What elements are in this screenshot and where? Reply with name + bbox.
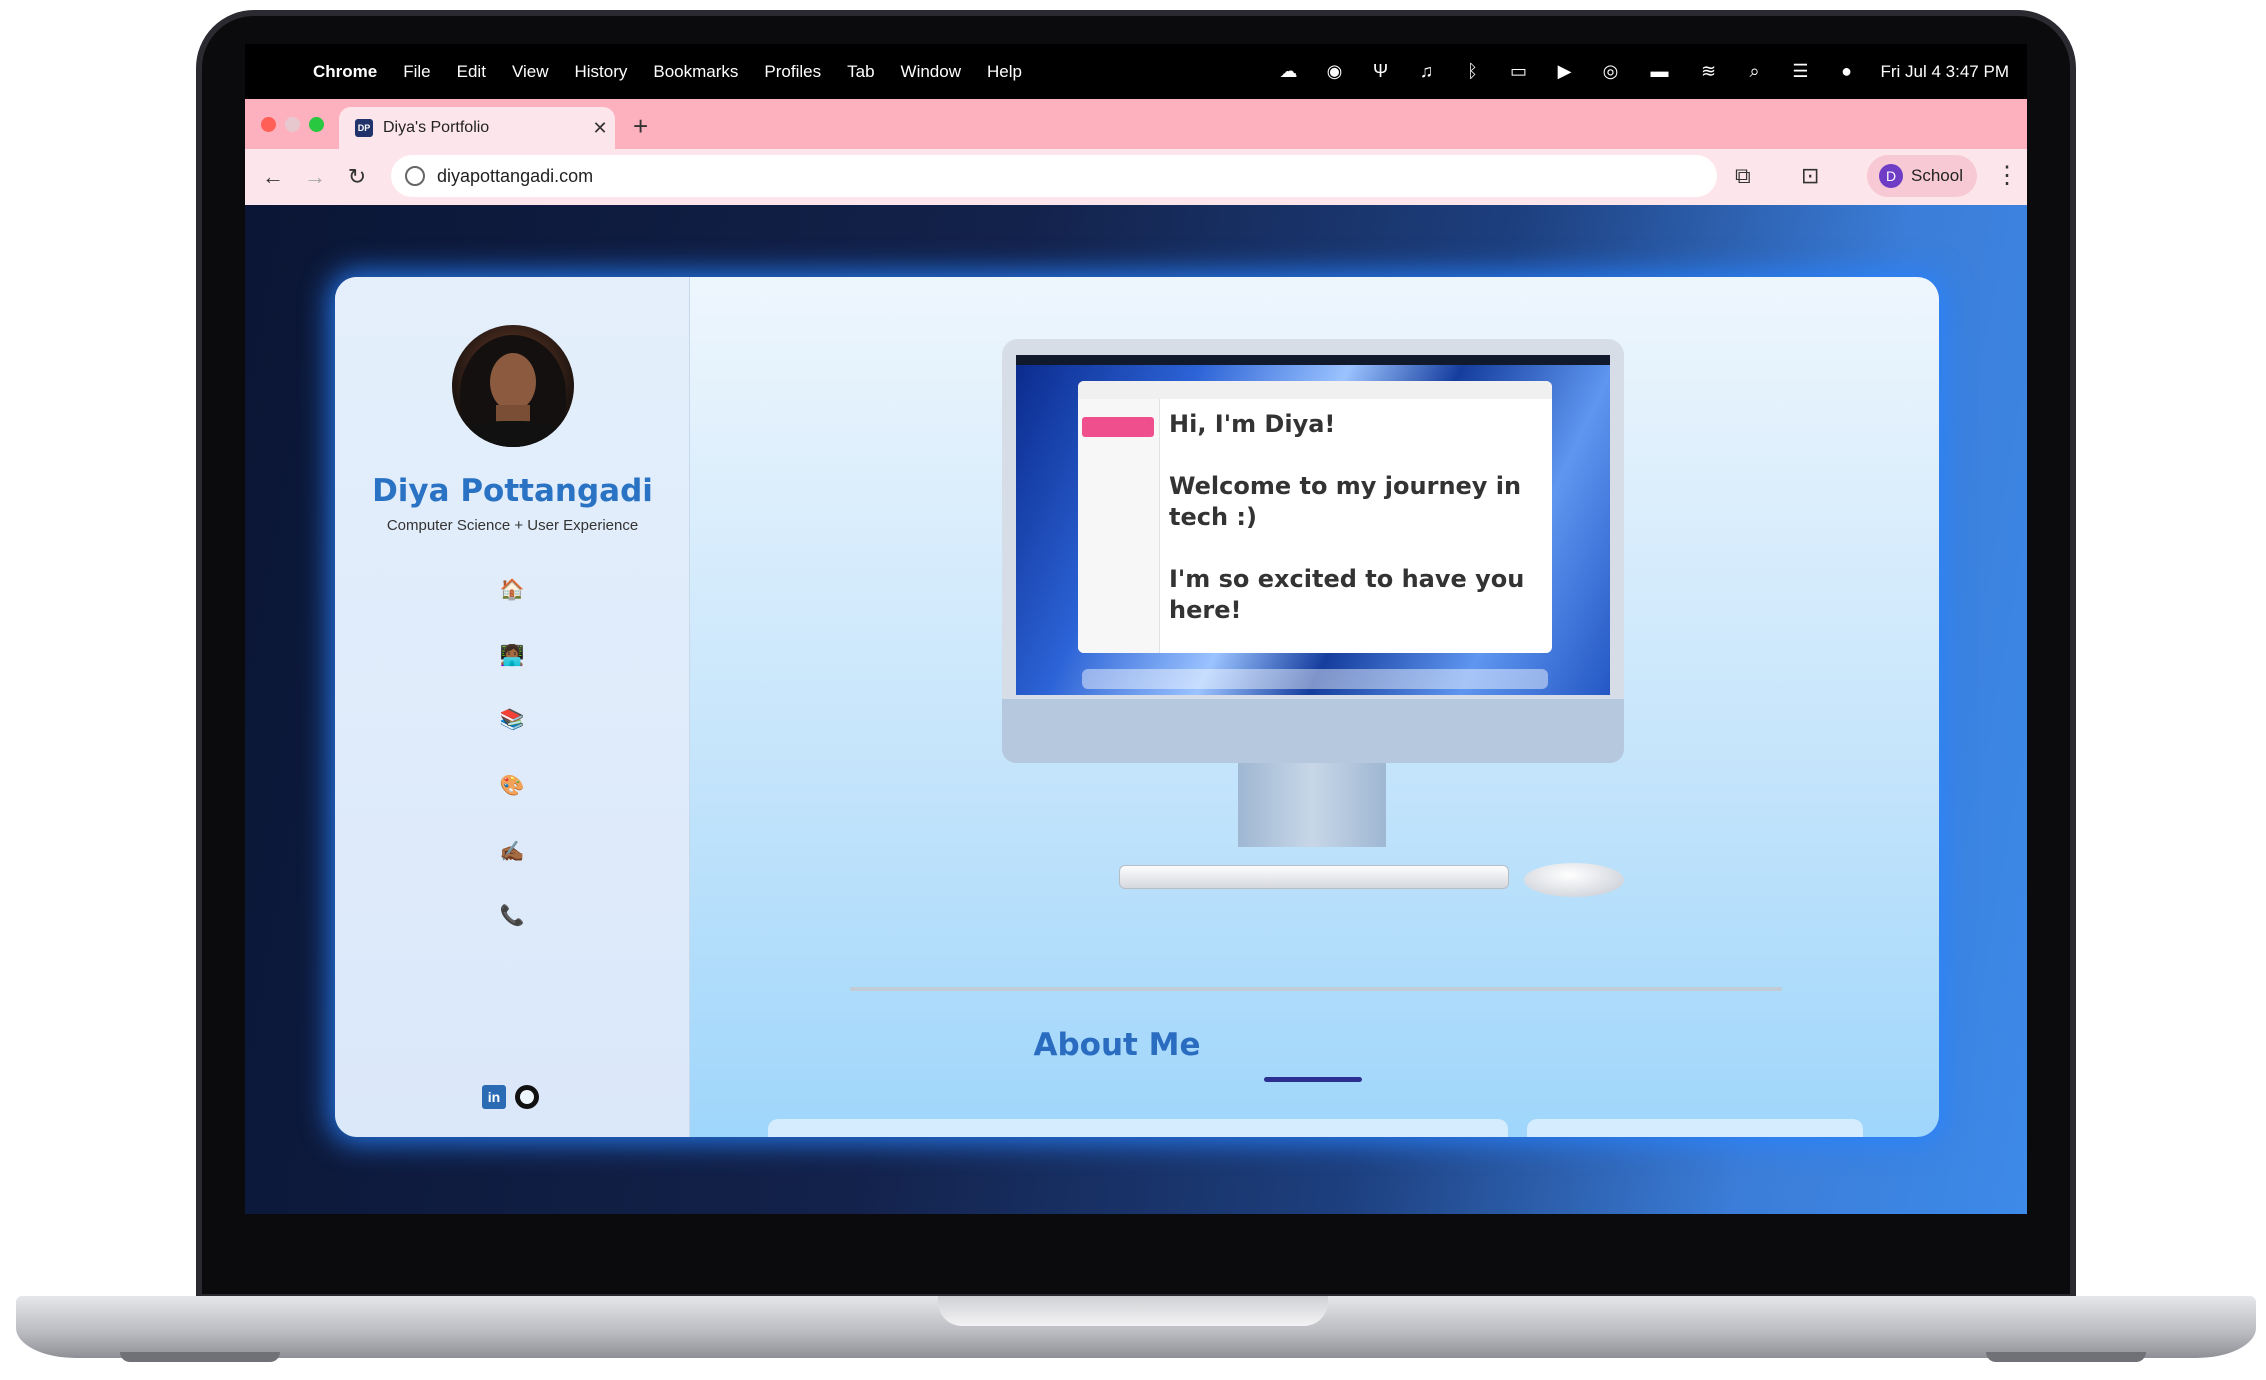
tab-title: Diya's Portfolio <box>383 119 490 136</box>
mini-menubar <box>1016 355 1610 365</box>
minimize-window-button[interactable] <box>285 117 300 132</box>
phone-icon[interactable]: 📞 <box>499 903 525 929</box>
more-menu-icon[interactable]: ⋮ <box>1995 161 2019 190</box>
section-divider <box>850 987 1782 991</box>
palette-icon[interactable]: 🎨 <box>499 773 525 799</box>
writing-icon[interactable]: ✍🏾 <box>499 839 525 865</box>
new-tab-button[interactable]: + <box>633 111 648 142</box>
linkedin-icon[interactable]: in <box>482 1085 506 1109</box>
browser-toolbar: ← → ↻ diyapottangadi.com ⧉ ⊡ D School ⋮ <box>245 149 2027 205</box>
menu-view[interactable]: View <box>512 62 549 82</box>
profile-name: School <box>1911 166 1963 185</box>
laptop-foot <box>1986 1352 2146 1362</box>
menu-file[interactable]: File <box>403 62 430 82</box>
menu-tab[interactable]: Tab <box>847 62 874 82</box>
zoom-window-button[interactable] <box>309 117 324 132</box>
menu-bookmarks[interactable]: Bookmarks <box>653 62 738 82</box>
imac-stand <box>1238 763 1386 847</box>
hero-note-text: Hi, I'm Diya! Welcome to my journey in t… <box>1169 409 1529 653</box>
window-icon[interactable]: ▭ <box>1507 61 1531 83</box>
fork-icon[interactable]: Ψ <box>1369 61 1393 83</box>
about-heading: About Me <box>335 1027 1939 1063</box>
menu-profiles[interactable]: Profiles <box>764 62 821 82</box>
notes-sidebar <box>1078 399 1160 653</box>
menu-edit[interactable]: Edit <box>457 62 486 82</box>
profile-photo <box>452 325 574 447</box>
play-icon[interactable]: ▶ <box>1553 61 1577 83</box>
status-tray: ☁ ◉ Ψ ♫ ᛒ ▭ ▶ ◎ ▬ ≋ ⌕ ☰ ● Fri Jul 4 3:47… <box>1277 44 2010 99</box>
address-url: diyapottangadi.com <box>437 165 594 186</box>
note-line-greeting: Hi, I'm Diya! <box>1169 410 1336 438</box>
keyboard-illustration <box>1119 865 1509 889</box>
profile-subtitle: Computer Science + User Experience <box>386 517 639 534</box>
imac-illustration: Hi, I'm Diya! Welcome to my journey in t… <box>1002 339 1624 897</box>
note-line-excited: I'm so excited to have you here! <box>1169 565 1525 624</box>
macos-menubar: Chrome File Edit View History Bookmarks … <box>245 44 2027 99</box>
notes-window: Hi, I'm Diya! Welcome to my journey in t… <box>1078 381 1552 653</box>
close-icon[interactable]: ✕ <box>585 118 615 139</box>
about-icon[interactable]: 👩🏾‍💻 <box>499 643 525 669</box>
back-icon[interactable]: ← <box>259 163 287 191</box>
tab-search-icon[interactable]: ⊡ <box>1801 163 1819 189</box>
laptop-notch <box>938 1296 1328 1326</box>
siri-icon[interactable]: ● <box>1835 61 1859 83</box>
home-icon[interactable]: 🏠 <box>499 577 525 603</box>
menubar-clock[interactable]: Fri Jul 4 3:47 PM <box>1881 62 2010 82</box>
laptop-foot <box>120 1352 280 1362</box>
bluetooth-icon[interactable]: ᛒ <box>1461 61 1485 83</box>
forward-icon[interactable]: → <box>301 163 329 191</box>
profile-name-heading: Diya Pottangadi <box>372 473 653 509</box>
headset-icon[interactable]: ♫ <box>1415 61 1439 83</box>
site-info-icon[interactable] <box>405 166 425 186</box>
menu-history[interactable]: History <box>574 62 627 82</box>
imac-bezel: Hi, I'm Diya! Welcome to my journey in t… <box>1002 339 1624 699</box>
tab-strip: DP Diya's Portfolio ✕ + <box>245 99 2027 149</box>
about-card <box>1527 1119 1863 1137</box>
extensions-icon[interactable]: ⧉ <box>1735 163 1751 189</box>
page-viewport: Diya Pottangadi Computer Science + User … <box>245 205 2027 1214</box>
close-window-button[interactable] <box>261 117 276 132</box>
creative-cloud-icon[interactable]: ☁ <box>1277 61 1301 83</box>
screen: Chrome File Edit View History Bookmarks … <box>245 44 2027 1214</box>
battery-icon[interactable]: ▬ <box>1645 61 1675 83</box>
grammarly-icon[interactable]: ◉ <box>1323 61 1347 83</box>
github-icon[interactable] <box>515 1085 539 1109</box>
imac-chin <box>1002 699 1624 763</box>
reload-icon[interactable]: ↻ <box>343 163 371 191</box>
menu-app-name[interactable]: Chrome <box>313 62 377 82</box>
about-heading-underline <box>1264 1077 1362 1082</box>
tab-diyas-portfolio[interactable]: DP Diya's Portfolio ✕ <box>339 107 615 149</box>
about-heading-text: About Me <box>1033 1027 1201 1063</box>
airdrop-icon[interactable]: ◎ <box>1599 61 1623 83</box>
mini-dock <box>1082 669 1548 689</box>
books-icon[interactable]: 📚 <box>499 707 525 733</box>
notes-selected-item <box>1082 417 1154 437</box>
wifi-icon[interactable]: ≋ <box>1697 61 1721 83</box>
portfolio-card: Diya Pottangadi Computer Science + User … <box>335 277 1939 1137</box>
menu-help[interactable]: Help <box>987 62 1022 82</box>
search-icon[interactable]: ⌕ <box>1743 61 1767 83</box>
profile-avatar: D <box>1879 164 1903 188</box>
control-center-icon[interactable]: ☰ <box>1789 61 1813 83</box>
sidebar: Diya Pottangadi Computer Science + User … <box>335 277 690 1137</box>
notes-toolbar <box>1078 381 1552 399</box>
tab-favicon: DP <box>355 119 373 137</box>
about-card <box>768 1119 1508 1137</box>
menu-window[interactable]: Window <box>901 62 961 82</box>
mouse-illustration <box>1524 863 1624 897</box>
imac-display: Hi, I'm Diya! Welcome to my journey in t… <box>1016 355 1610 695</box>
note-line-welcome: Welcome to my journey in tech :) <box>1169 472 1522 531</box>
address-bar[interactable]: diyapottangadi.com <box>391 155 1717 197</box>
profile-button[interactable]: D School <box>1867 155 1977 197</box>
